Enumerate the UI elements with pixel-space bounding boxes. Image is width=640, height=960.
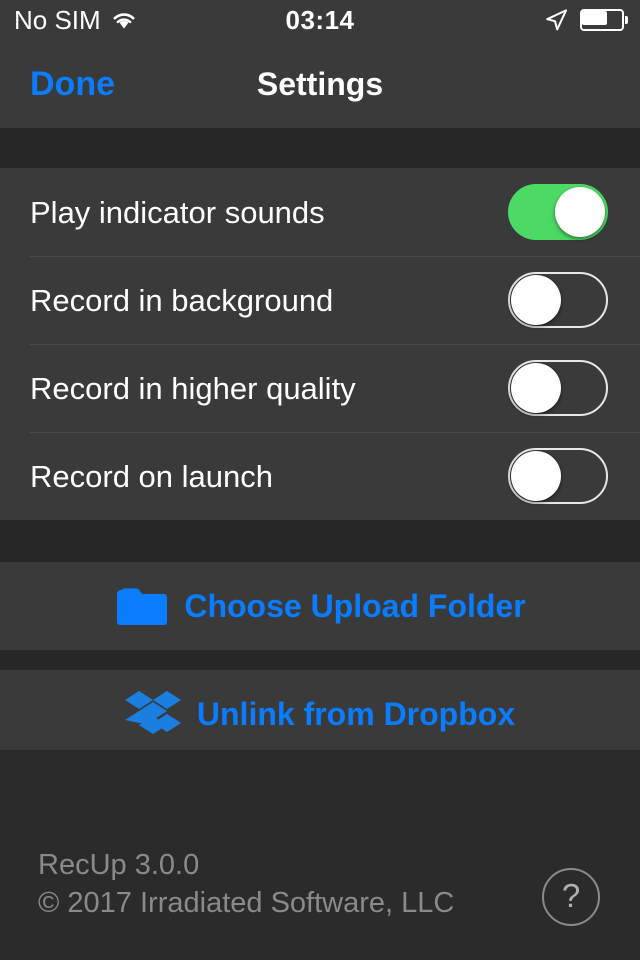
toggle-record-in-background[interactable]: [508, 272, 608, 328]
navigation-bar: Done Settings: [0, 40, 640, 128]
toggle-knob: [555, 187, 605, 237]
setting-label: Play indicator sounds: [30, 194, 325, 230]
setting-row-play-indicator-sounds[interactable]: Play indicator sounds: [0, 168, 640, 256]
setting-row-record-in-higher-quality[interactable]: Record in higher quality: [0, 344, 640, 432]
help-button[interactable]: ?: [542, 868, 600, 926]
choose-upload-folder-label: Choose Upload Folder: [184, 587, 526, 624]
setting-row-record-on-launch[interactable]: Record on launch: [0, 432, 640, 520]
choose-upload-folder-button[interactable]: Choose Upload Folder: [0, 562, 640, 650]
setting-label: Record in background: [30, 282, 334, 318]
section-gap-top: [0, 128, 640, 168]
toggles-group: Play indicator sounds Record in backgrou…: [0, 168, 640, 520]
location-arrow-icon: [544, 8, 568, 32]
setting-row-record-in-background[interactable]: Record in background: [0, 256, 640, 344]
toggle-knob: [511, 451, 561, 501]
setting-label: Record on launch: [30, 458, 273, 494]
app-info: RecUp 3.0.0 © 2017 Irradiated Software, …: [38, 846, 454, 922]
section-gap-2: [0, 650, 640, 670]
toggle-play-indicator-sounds[interactable]: [508, 184, 608, 240]
toggle-knob: [511, 363, 561, 413]
toggle-knob: [511, 275, 561, 325]
status-bar-right: [544, 0, 628, 40]
settings-screen: No SIM 03:14 Done Settings Play indicato…: [0, 0, 640, 960]
folder-icon: [114, 584, 170, 628]
unlink-from-dropbox-button[interactable]: Unlink from Dropbox: [0, 670, 640, 758]
unlink-from-dropbox-label: Unlink from Dropbox: [196, 695, 516, 732]
section-gap-1: [0, 520, 640, 562]
status-bar: No SIM 03:14: [0, 0, 640, 40]
battery-icon: [580, 9, 628, 31]
page-title: Settings: [256, 65, 384, 102]
setting-label: Record in higher quality: [30, 370, 356, 406]
app-version-label: RecUp 3.0.0: [38, 849, 200, 881]
footer: RecUp 3.0.0 © 2017 Irradiated Software, …: [0, 750, 640, 960]
copyright-label: © 2017 Irradiated Software, LLC: [38, 887, 455, 919]
toggle-record-in-higher-quality[interactable]: [508, 360, 608, 416]
toggle-record-on-launch[interactable]: [508, 448, 608, 504]
dropbox-icon: [124, 689, 181, 739]
